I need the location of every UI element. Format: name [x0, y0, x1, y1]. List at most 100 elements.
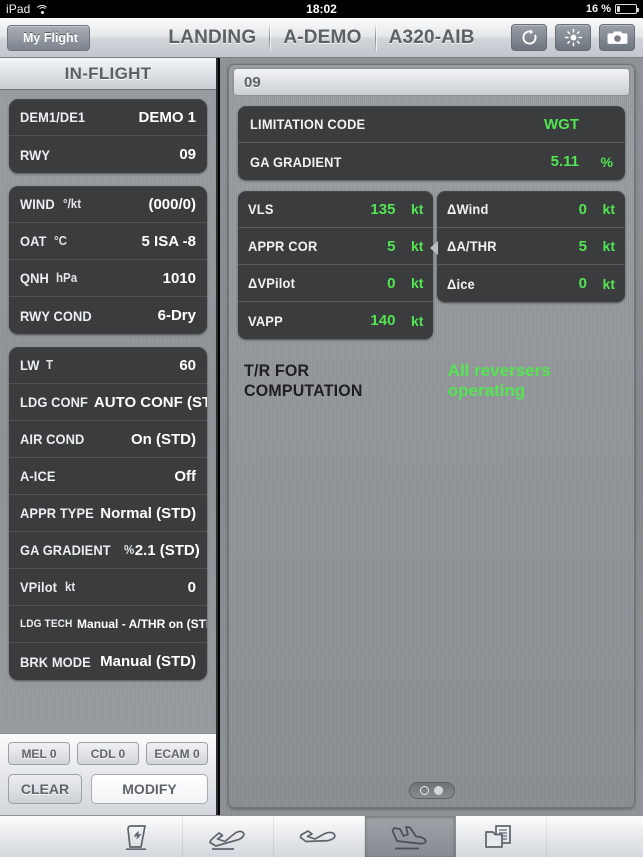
row-delta-wind: ΔWind 0 kt: [437, 191, 625, 228]
sidebar-row-ldg-conf[interactable]: LDG CONF AUTO CONF (STD): [9, 384, 207, 421]
appr-cor-breakdown-arrow-icon: [430, 241, 438, 255]
speeds-primary-box: VLS 135 kt APPR COR 5 kt ΔVPilot 0 kt VA…: [238, 191, 434, 339]
sidebar-group-identification: DEM1/DE1 DEMO 1 RWY 09: [9, 99, 207, 173]
page-indicator[interactable]: [220, 782, 643, 799]
sidebar-row-lw[interactable]: LW T 60: [9, 347, 207, 384]
page-indicator-pill[interactable]: [408, 782, 455, 799]
row-label: ΔWind: [447, 201, 489, 217]
row-value: 60: [179, 356, 196, 374]
refresh-button[interactable]: [511, 24, 547, 51]
row-value: DEMO 1: [138, 108, 196, 126]
action-button-row: CLEAR MODIFY: [8, 774, 208, 804]
results-card: 09 LIMITATION CODE WGT GA GRADIENT 5.11 …: [228, 64, 635, 808]
row-unit: kt: [411, 201, 424, 217]
chip-mel[interactable]: MEL 0: [8, 742, 70, 765]
row-value: 5.11: [550, 153, 579, 170]
sidebar-row-wind[interactable]: WIND °/kt (000/0): [9, 186, 207, 223]
sidebar-row-brk-mode[interactable]: BRK MODE Manual (STD): [9, 643, 207, 680]
row-value: 6-Dry: [157, 307, 196, 324]
row-vapp: VAPP 140 kt: [238, 302, 433, 339]
chip-cdl[interactable]: CDL 0: [77, 742, 139, 765]
chip-ecam[interactable]: ECAM 0: [146, 742, 208, 765]
tab-aircraft-tail[interactable]: [92, 816, 183, 857]
row-unit: T: [46, 358, 54, 372]
row-limitation-code: LIMITATION CODE WGT: [238, 106, 625, 143]
row-unit: °C: [53, 234, 67, 248]
row-label: APPR COR: [248, 238, 318, 254]
row-label: VPilot: [20, 579, 58, 595]
sidebar-row-appr-type[interactable]: APPR TYPE Normal (STD): [9, 495, 207, 532]
row-label: RWY COND: [20, 307, 92, 324]
row-label: BRK MODE: [20, 653, 91, 670]
sidebar-row-oat[interactable]: OAT °C 5 ISA -8: [9, 223, 207, 260]
tab-documents[interactable]: [456, 816, 547, 857]
row-unit: kt: [411, 312, 424, 329]
row-label: LDG CONF: [20, 394, 88, 410]
row-label: ΔVPilot: [248, 275, 296, 291]
tab-takeoff[interactable]: [183, 816, 274, 857]
row-value: Manual - A/THR on (STD): [77, 617, 207, 631]
brightness-button[interactable]: [555, 24, 591, 51]
row-value: 140: [370, 312, 396, 329]
camera-button[interactable]: [599, 24, 635, 51]
row-label: LDG TECH: [20, 618, 73, 630]
row-label: RWY: [20, 146, 51, 163]
row-delta-ice: Δice 0 kt: [437, 265, 625, 302]
clear-button[interactable]: CLEAR: [8, 774, 82, 804]
sidebar-scroll-area[interactable]: DEM1/DE1 DEMO 1 RWY 09 WIND °/kt (000/0)…: [0, 90, 216, 765]
thrust-reverser-line: T/R FOR COMPUTATION All reversers operat…: [244, 361, 621, 401]
row-value: 0: [578, 200, 587, 218]
app-root: iPad 18:02 16 % My Flight LANDING A-DEMO…: [0, 0, 643, 857]
page-dot-2[interactable]: [434, 786, 443, 795]
sidebar-row-ga-gradient[interactable]: GA GRADIENT % 2.1 (STD): [9, 532, 207, 569]
row-delta-vpilot: ΔVPilot 0 kt: [238, 265, 434, 302]
page-dot-1[interactable]: [420, 786, 429, 795]
sidebar-row-qnh[interactable]: QNH hPa 1010: [9, 260, 207, 297]
limitation-group: LIMITATION CODE WGT GA GRADIENT 5.11 %: [238, 106, 625, 180]
tab-cruise[interactable]: [274, 816, 365, 857]
camera-icon: [607, 29, 628, 46]
sidebar-group-configuration: LW T 60 LDG CONF AUTO CONF (STD) AIR CON…: [9, 347, 207, 680]
nav-title-flight: A-DEMO: [283, 26, 362, 48]
sidebar-row-air-cond[interactable]: AIR COND On (STD): [9, 421, 207, 458]
refresh-icon: [520, 28, 539, 47]
row-value: 0: [187, 578, 196, 596]
sidebar-row-ldg-tech[interactable]: LDG TECH Manual - A/THR on (STD): [9, 606, 207, 643]
sidebar-row-vpilot[interactable]: VPilot kt 0: [9, 569, 207, 606]
ios-status-bar: iPad 18:02 16 %: [0, 0, 643, 18]
sidebar-row-dem1[interactable]: DEM1/DE1 DEMO 1: [9, 99, 207, 136]
row-value: Manual (STD): [100, 653, 196, 670]
tr-label: T/R FOR COMPUTATION: [244, 361, 363, 400]
row-unit: kt: [602, 201, 615, 217]
row-label: LW: [20, 357, 40, 373]
row-value: 0: [578, 275, 587, 292]
sidebar-row-rwy-cond[interactable]: RWY COND 6-Dry: [9, 297, 207, 334]
row-label: ΔA/THR: [447, 238, 498, 254]
row-unit: hPa: [56, 271, 78, 285]
row-value: 2.1 (STD): [134, 541, 200, 559]
sidebar-row-rwy[interactable]: RWY 09: [9, 136, 207, 173]
row-value: WGT: [544, 115, 579, 133]
tab-landing[interactable]: [365, 816, 456, 857]
row-unit: °/kt: [62, 197, 81, 211]
row-label: LIMITATION CODE: [250, 116, 366, 132]
cruise-icon: [297, 822, 341, 852]
battery-icon: [615, 4, 639, 14]
modify-button[interactable]: MODIFY: [91, 774, 208, 804]
status-chip-row: MEL 0 CDL 0 ECAM 0: [8, 742, 208, 765]
sidebar-row-a-ice[interactable]: A-ICE Off: [9, 458, 207, 495]
speeds-corrections-group: ΔWind 0 kt ΔA/THR 5 kt Δice 0 kt: [437, 191, 625, 302]
results-card-body: LIMITATION CODE WGT GA GRADIENT 5.11 % V…: [229, 96, 634, 401]
results-card-title: 09: [233, 68, 630, 96]
brightness-icon: [564, 28, 583, 47]
nav-title-phase: LANDING: [168, 26, 257, 48]
row-value: AUTO CONF (STD): [93, 393, 207, 411]
back-button-my-flight[interactable]: My Flight: [7, 24, 90, 51]
sidebar: IN-FLIGHT DEM1/DE1 DEMO 1 RWY 09 WIND °/…: [0, 58, 218, 815]
row-label: APPR TYPE: [20, 505, 94, 521]
tail-fin-icon: [119, 822, 155, 852]
row-label: AIR COND: [20, 431, 85, 447]
row-unit: kt: [65, 580, 76, 594]
row-label: Δice: [447, 275, 476, 292]
sidebar-header-title: IN-FLIGHT: [0, 58, 216, 90]
